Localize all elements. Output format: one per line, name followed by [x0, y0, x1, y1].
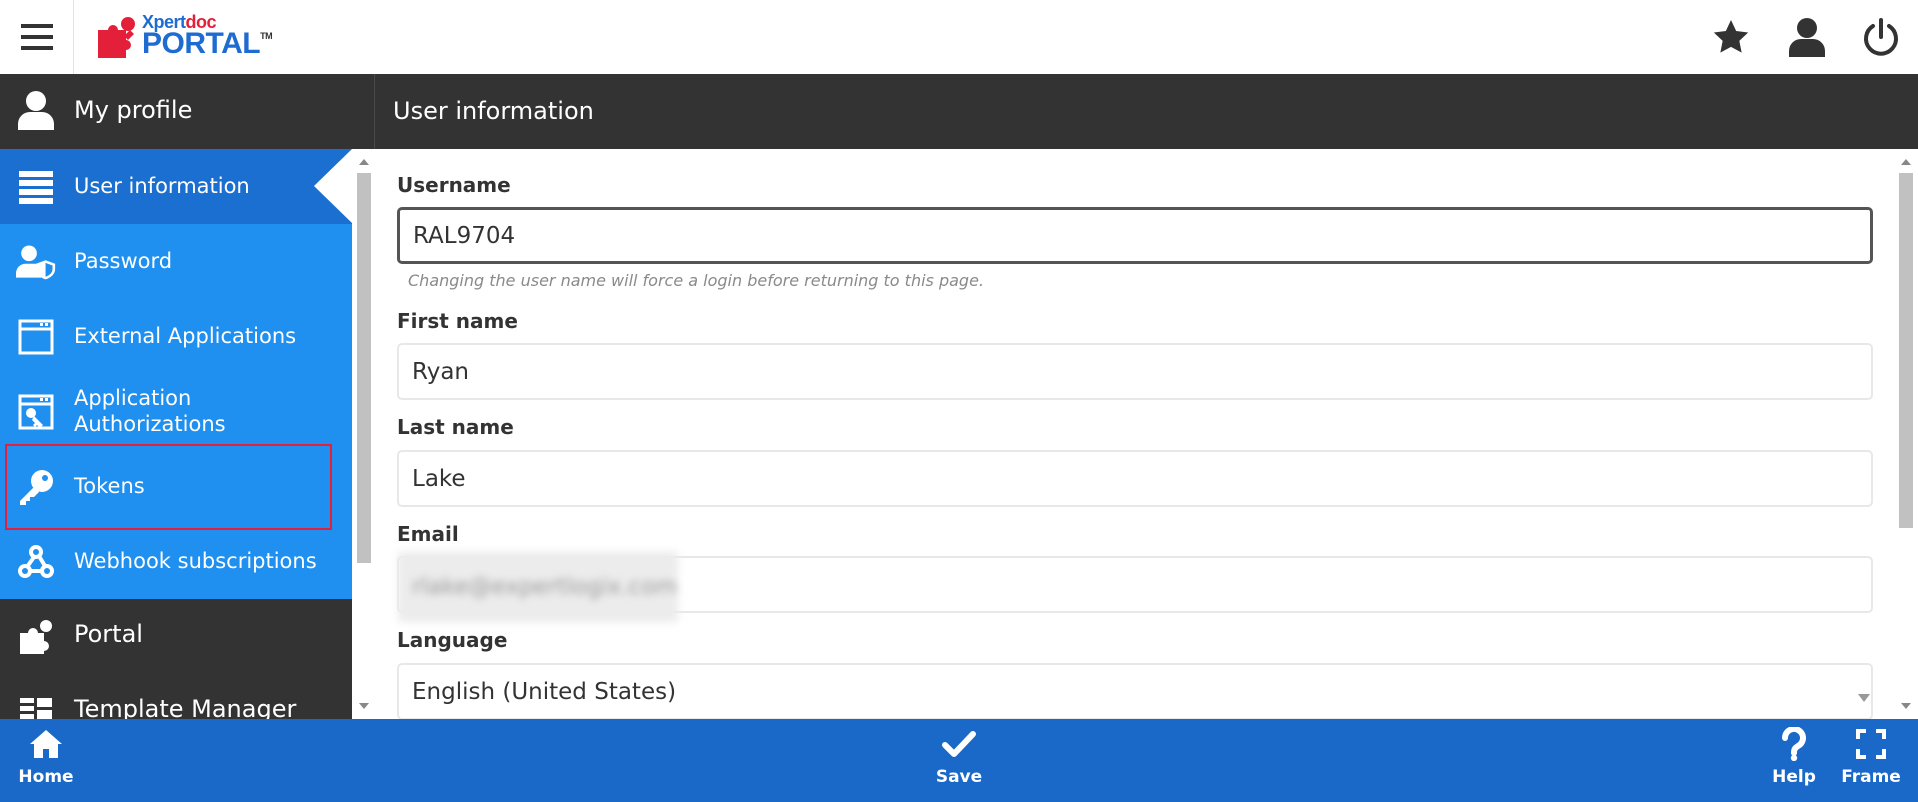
- sidebar-item-password[interactable]: Password: [0, 224, 352, 299]
- sidebar-item-label: Webhook subscriptions: [74, 549, 317, 573]
- user-icon: [18, 90, 54, 130]
- save-button[interactable]: Save: [920, 719, 998, 802]
- sidebar-item-label: Tokens: [74, 474, 145, 498]
- user-icon: [1789, 17, 1825, 57]
- page-title: User information: [393, 97, 594, 125]
- first-name-label: First name: [397, 309, 518, 333]
- puzzle-icon: [16, 617, 56, 657]
- sidebar-item-label: Application Authorizations: [74, 386, 226, 436]
- star-icon: [1711, 17, 1751, 57]
- window-key-icon: [16, 392, 56, 432]
- help-label: Help: [1772, 767, 1816, 787]
- scroll-thumb[interactable]: [1899, 173, 1913, 528]
- first-name-input[interactable]: [397, 343, 1873, 400]
- sidebar-item-user-information[interactable]: User information: [0, 149, 352, 224]
- save-label: Save: [935, 767, 983, 787]
- last-name-input[interactable]: [397, 450, 1873, 507]
- sidebar-item-label: Password: [74, 249, 173, 273]
- email-value-blurred: rlake@expertlogix.com: [398, 552, 678, 622]
- last-name-label: Last name: [397, 415, 514, 439]
- email-label: Email: [397, 522, 459, 546]
- active-indicator: [314, 149, 352, 223]
- fullscreen-icon: [1856, 727, 1886, 761]
- profile-button[interactable]: [1784, 14, 1830, 60]
- menu-icon: [20, 24, 53, 50]
- checkmark-icon: [942, 727, 976, 761]
- username-hint: Changing the user name will force a logi…: [408, 271, 985, 290]
- brand-main-text: PORTALTM: [142, 27, 273, 60]
- home-icon: [28, 727, 64, 761]
- sidebar-item-webhook-subscriptions[interactable]: Webhook subscriptions: [0, 524, 352, 599]
- window-icon: [16, 317, 56, 357]
- sidebar-item-portal[interactable]: Portal: [0, 599, 352, 674]
- my-profile-label: My profile: [74, 96, 193, 124]
- scroll-down-arrow-icon[interactable]: [359, 703, 369, 709]
- webhook-icon: [16, 542, 56, 582]
- language-label: Language: [397, 628, 508, 652]
- language-select[interactable]: English (United States): [397, 663, 1873, 719]
- home-label: Home: [18, 767, 74, 787]
- key-icon: [16, 467, 56, 507]
- language-selected-value: English (United States): [412, 678, 677, 705]
- main-form: Username Changing the user name will for…: [376, 149, 1892, 719]
- home-button[interactable]: Home: [10, 719, 82, 802]
- scroll-thumb[interactable]: [357, 173, 371, 563]
- logo-puzzle-icon: [94, 16, 140, 58]
- scroll-up-arrow-icon[interactable]: [1901, 159, 1911, 165]
- bottom-toolbar: Home Save Help Frame: [0, 719, 1918, 802]
- sidebar-item-template-manager[interactable]: Template Manager: [0, 674, 352, 719]
- top-bar: Xpertdoc PORTALTM: [0, 0, 1918, 74]
- favorites-button[interactable]: [1708, 14, 1754, 60]
- sidebar-item-label: User information: [74, 174, 250, 198]
- frame-button[interactable]: Frame: [1833, 719, 1909, 802]
- sidebar-item-external-applications[interactable]: External Applications: [0, 299, 352, 374]
- sidebar-item-application-authorizations[interactable]: Application Authorizations: [0, 374, 352, 449]
- sidebar-item-label: Template Manager: [74, 695, 297, 719]
- list-icon: [16, 167, 56, 207]
- chevron-down-icon: [1858, 694, 1870, 702]
- template-icon: [16, 692, 56, 719]
- help-button[interactable]: Help: [1759, 719, 1829, 802]
- sidebar-item-tokens[interactable]: Tokens: [0, 449, 352, 524]
- sidebar-item-label: External Applications: [74, 324, 297, 348]
- sidebar-item-label: Portal: [74, 620, 143, 648]
- question-icon: [1780, 727, 1808, 761]
- my-profile-header[interactable]: My profile: [0, 74, 375, 149]
- scroll-up-arrow-icon[interactable]: [359, 159, 369, 165]
- xpertdoc-portal-logo[interactable]: Xpertdoc PORTALTM: [92, 12, 273, 62]
- logout-button[interactable]: [1858, 14, 1904, 60]
- sidebar-scrollbar[interactable]: [352, 149, 376, 719]
- scroll-down-arrow-icon[interactable]: [1901, 703, 1911, 709]
- frame-label: Frame: [1841, 767, 1901, 787]
- user-shield-icon: [16, 242, 56, 282]
- power-icon: [1861, 17, 1901, 57]
- username-label: Username: [397, 173, 511, 197]
- header-band: My profile User information: [0, 74, 1918, 149]
- menu-button[interactable]: [0, 0, 74, 74]
- sidebar: User information Password External Appli…: [0, 149, 352, 719]
- main-scrollbar[interactable]: [1894, 149, 1918, 719]
- username-input[interactable]: [397, 207, 1873, 264]
